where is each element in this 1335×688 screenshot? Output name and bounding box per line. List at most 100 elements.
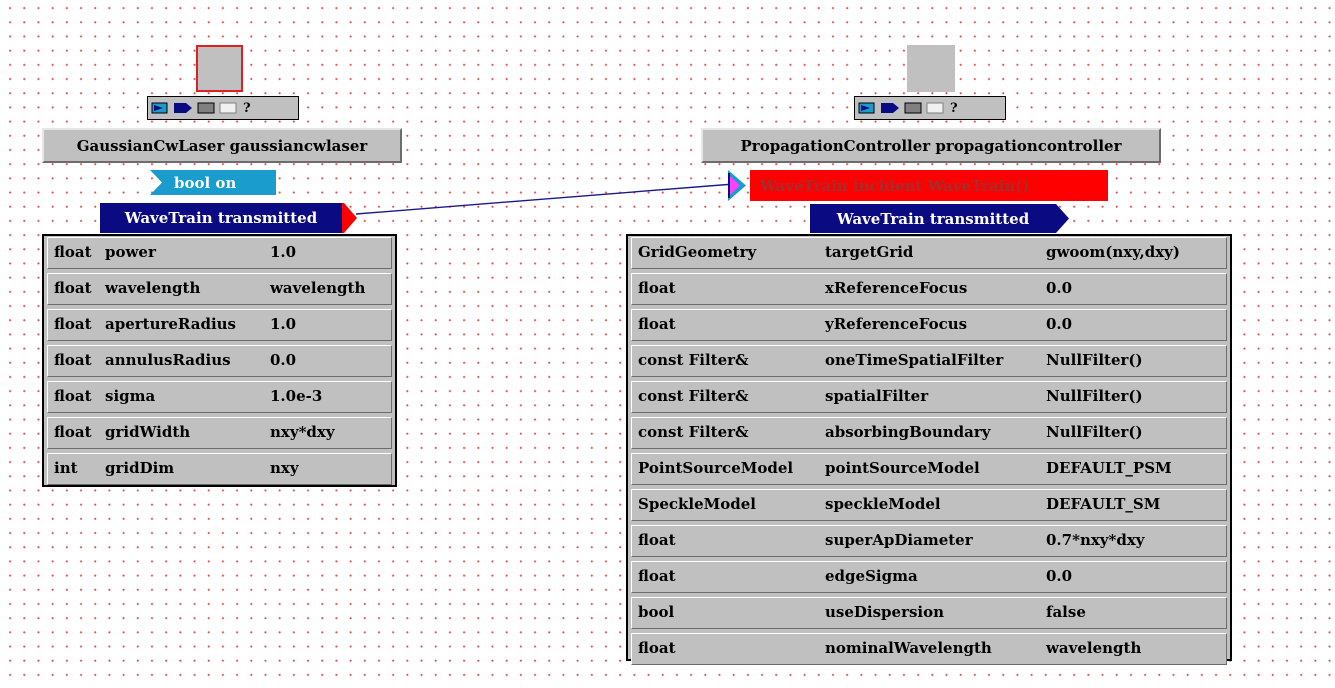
param-type: float <box>54 423 92 441</box>
param-name: yReferenceFocus <box>825 315 968 333</box>
propagation-title-text: PropagationController propagationcontrol… <box>740 136 1122 155</box>
param-row[interactable]: float annulusRadius 0.0 <box>47 345 392 377</box>
param-type: float <box>54 351 92 369</box>
param-row[interactable]: GridGeometry targetGrid gwoom(nxy,dxy) <box>631 237 1227 269</box>
param-type: PointSourceModel <box>638 459 794 477</box>
gaussian-output-port[interactable]: WaveTrain transmitted <box>100 203 358 233</box>
propagation-title[interactable]: PropagationController propagationcontrol… <box>701 128 1161 163</box>
param-value[interactable]: 0.0 <box>1046 562 1072 590</box>
param-type: float <box>54 315 92 333</box>
param-row[interactable]: int gridDim nxy <box>47 453 392 485</box>
param-value[interactable]: NullFilter() <box>1046 346 1143 374</box>
param-row[interactable]: float superApDiameter 0.7*nxy*dxy <box>631 525 1227 557</box>
white-box-icon[interactable] <box>219 101 237 115</box>
param-name: nominalWavelength <box>825 639 992 657</box>
param-value[interactable]: 0.0 <box>1046 274 1072 302</box>
param-type: float <box>54 387 92 405</box>
param-value[interactable]: DEFAULT_SM <box>1046 490 1160 518</box>
param-type: GridGeometry <box>638 243 757 261</box>
propagation-input-port[interactable]: WaveTrain incident WaveTrain() <box>728 170 1108 201</box>
propagation-param-table: GridGeometry targetGrid gwoom(nxy,dxy) floa… <box>626 234 1232 665</box>
param-row[interactable]: bool useDispersion false <box>631 597 1227 629</box>
param-type: float <box>638 639 676 657</box>
help-icon[interactable]: ? <box>243 101 251 116</box>
param-name: edgeSigma <box>825 567 918 585</box>
propagation-module-icon[interactable] <box>907 45 955 92</box>
param-name: wavelength <box>105 279 201 297</box>
param-row[interactable]: const Filter& oneTimeSpatialFilter NullFil… <box>631 345 1227 377</box>
propagation-toolbar: ? <box>854 96 1006 120</box>
help-icon[interactable]: ? <box>950 101 958 116</box>
param-value[interactable]: false <box>1046 598 1086 626</box>
gaussian-input-port-label: bool on <box>174 173 237 192</box>
gaussian-title[interactable]: GaussianCwLaser gaussiancwlaser <box>42 128 402 163</box>
param-type: bool <box>638 603 675 621</box>
param-name: pointSourceModel <box>825 459 980 477</box>
output-port-arrow-icon <box>1056 204 1069 233</box>
propagation-output-port[interactable]: WaveTrain transmitted <box>810 204 1070 233</box>
param-value[interactable]: NullFilter() <box>1046 418 1143 446</box>
param-row[interactable]: float xReferenceFocus 0.0 <box>631 273 1227 305</box>
white-box-icon[interactable] <box>926 101 944 115</box>
param-row[interactable]: float apertureRadius 1.0 <box>47 309 392 341</box>
param-value[interactable]: 1.0e-3 <box>270 382 322 410</box>
param-value[interactable]: 0.0 <box>1046 310 1072 338</box>
param-name: absorbingBoundary <box>825 423 991 441</box>
param-row[interactable]: float edgeSigma 0.0 <box>631 561 1227 593</box>
gaussian-param-table: float power 1.0 float wavelength wavelength fl… <box>42 234 397 487</box>
param-type: const Filter& <box>638 351 749 369</box>
param-value[interactable]: gwoom(nxy,dxy) <box>1046 238 1180 266</box>
param-type: float <box>638 315 676 333</box>
gaussian-input-port[interactable]: bool on <box>150 170 276 195</box>
input-port-icon[interactable] <box>151 101 169 115</box>
gaussian-title-text: GaussianCwLaser gaussiancwlaser <box>76 136 368 155</box>
param-name: power <box>105 243 156 261</box>
param-value[interactable]: NullFilter() <box>1046 382 1143 410</box>
gray-box-icon[interactable] <box>904 101 922 115</box>
param-name: xReferenceFocus <box>825 279 968 297</box>
param-row[interactable]: float nominalWavelength wavelength <box>631 633 1227 665</box>
port-arrow-icon <box>150 170 172 195</box>
gaussian-output-port-label: WaveTrain transmitted <box>124 209 318 227</box>
param-value[interactable]: wavelength <box>1046 634 1141 662</box>
param-row[interactable]: float yReferenceFocus 0.0 <box>631 309 1227 341</box>
param-type: SpeckleModel <box>638 495 756 513</box>
input-port-arrow-icon <box>728 170 746 201</box>
param-name: apertureRadius <box>105 315 237 333</box>
output-port-arrow-icon <box>342 203 357 233</box>
param-value[interactable]: 0.7*nxy*dxy <box>1046 526 1145 554</box>
input-port-icon[interactable] <box>858 101 876 115</box>
param-value[interactable]: 1.0 <box>270 310 296 338</box>
param-row[interactable]: PointSourceModel pointSourceModel DEFAULT_… <box>631 453 1227 485</box>
param-row[interactable]: float power 1.0 <box>47 237 392 269</box>
param-row[interactable]: float gridWidth nxy*dxy <box>47 417 392 449</box>
param-row[interactable]: SpeckleModel speckleModel DEFAULT_SM <box>631 489 1227 521</box>
param-name: gridDim <box>105 459 175 477</box>
param-row[interactable]: const Filter& spatialFilter NullFilter() <box>631 381 1227 413</box>
param-value[interactable]: 1.0 <box>270 238 296 266</box>
param-type: float <box>54 243 92 261</box>
param-value[interactable]: wavelength <box>270 274 365 302</box>
param-value[interactable]: 0.0 <box>270 346 296 374</box>
param-name: targetGrid <box>825 243 914 261</box>
param-name: oneTimeSpatialFilter <box>825 351 1004 369</box>
param-type: float <box>638 279 676 297</box>
gaussian-module-icon[interactable] <box>196 45 243 92</box>
param-type: float <box>638 567 676 585</box>
param-row[interactable]: const Filter& absorbingBoundary NullFilter… <box>631 417 1227 449</box>
output-port-icon[interactable] <box>880 101 900 115</box>
param-name: gridWidth <box>105 423 191 441</box>
param-value[interactable]: nxy*dxy <box>270 418 335 446</box>
output-port-icon[interactable] <box>173 101 193 115</box>
param-value[interactable]: DEFAULT_PSM <box>1046 454 1172 482</box>
param-row[interactable]: float wavelength wavelength <box>47 273 392 305</box>
param-row[interactable]: float sigma 1.0e-3 <box>47 381 392 413</box>
param-name: superApDiameter <box>825 531 973 549</box>
param-name: speckleModel <box>825 495 941 513</box>
param-name: useDispersion <box>825 603 945 621</box>
param-value[interactable]: nxy <box>270 454 299 482</box>
gray-box-icon[interactable] <box>197 101 215 115</box>
param-type: float <box>54 279 92 297</box>
gaussian-toolbar: ? <box>147 96 299 120</box>
param-type: int <box>54 459 78 477</box>
